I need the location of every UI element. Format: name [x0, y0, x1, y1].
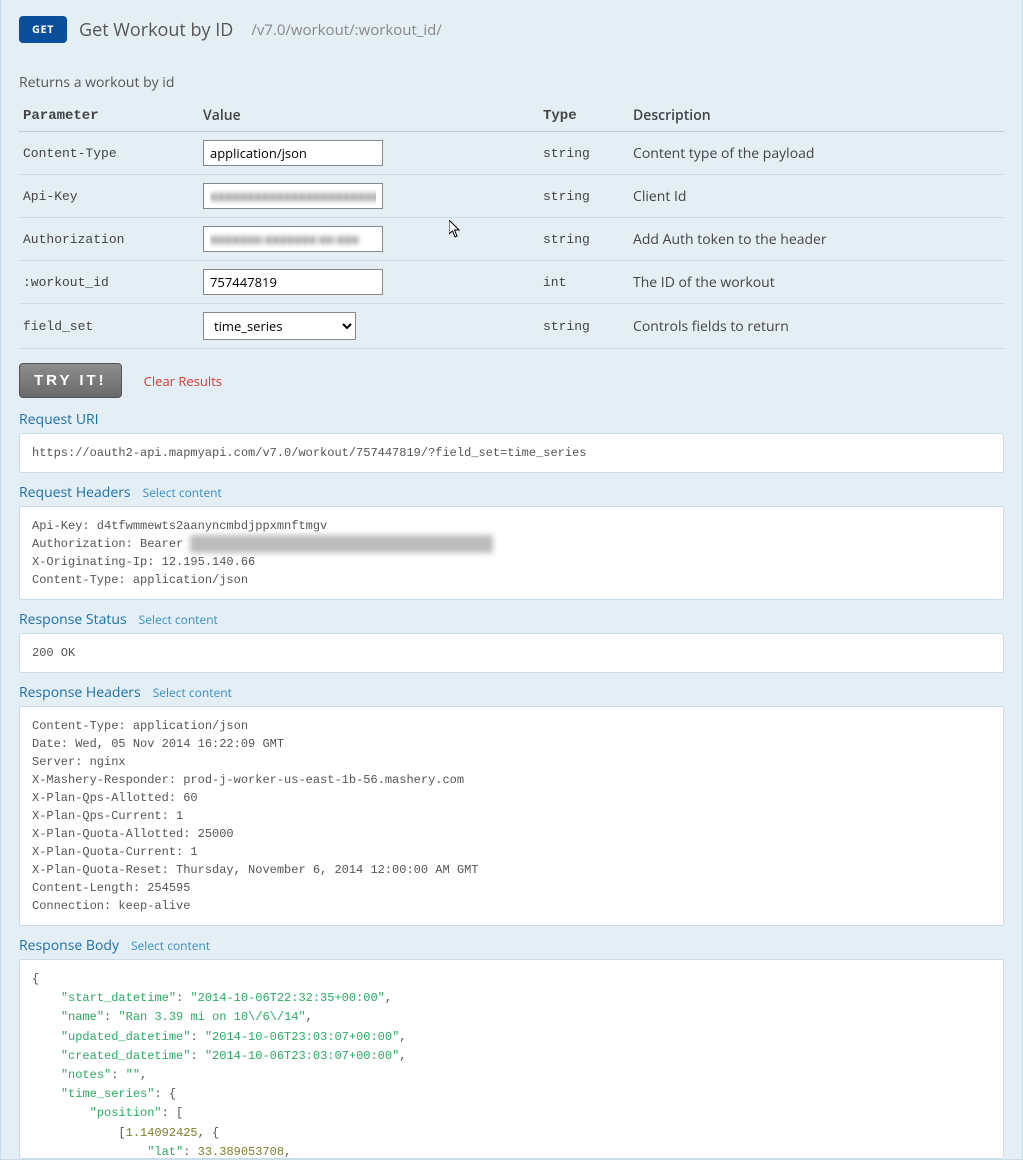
param-type: int — [539, 261, 629, 304]
endpoint-title: Get Workout by ID — [79, 18, 233, 42]
response-body-label: Response Body — [19, 936, 119, 955]
response-status-label: Response Status — [19, 610, 127, 629]
param-input[interactable] — [203, 183, 383, 209]
actions-row: TRY IT! Clear Results — [19, 363, 1004, 398]
param-value-cell — [199, 132, 539, 175]
select-response-status[interactable]: Select content — [139, 611, 218, 628]
param-value-cell — [199, 175, 539, 218]
param-type: string — [539, 304, 629, 349]
table-row: field_settime_series stringControls field… — [19, 304, 1004, 349]
table-row: :workout_id intThe ID of the workout — [19, 261, 1004, 304]
select-response-headers[interactable]: Select content — [153, 684, 232, 701]
param-header: Parameter — [19, 100, 199, 132]
select-response-body[interactable]: Select content — [131, 937, 210, 954]
param-type: string — [539, 175, 629, 218]
request-headers-label: Request Headers — [19, 483, 131, 502]
param-description: Client Id — [629, 175, 1004, 218]
endpoint-description: Returns a workout by id — [19, 73, 1004, 92]
request-headers-box: Api-Key: d4tfwmmewts2aanyncmbdjppxmnftmg… — [19, 506, 1004, 600]
param-description: Add Auth token to the header — [629, 218, 1004, 261]
param-type: string — [539, 132, 629, 175]
request-uri-box: https://oauth2-api.mapmyapi.com/v7.0/wor… — [19, 433, 1004, 473]
param-name: Authorization — [19, 218, 199, 261]
param-input[interactable] — [203, 269, 383, 295]
param-description: The ID of the workout — [629, 261, 1004, 304]
param-value-cell: time_series — [199, 304, 539, 349]
api-explorer-panel: GET Get Workout by ID /v7.0/workout/:wor… — [0, 0, 1023, 1160]
description-header: Description — [629, 100, 1004, 132]
param-name: field_set — [19, 304, 199, 349]
select-request-headers[interactable]: Select content — [143, 484, 222, 501]
try-it-button[interactable]: TRY IT! — [19, 363, 122, 398]
clear-results-link[interactable]: Clear Results — [144, 372, 222, 390]
param-name: Api-Key — [19, 175, 199, 218]
param-description: Controls fields to return — [629, 304, 1004, 349]
param-description: Content type of the payload — [629, 132, 1004, 175]
response-headers-label: Response Headers — [19, 683, 141, 702]
param-value-cell — [199, 218, 539, 261]
response-status-box: 200 OK — [19, 633, 1004, 673]
request-uri-label: Request URI — [19, 410, 99, 429]
table-row: Api-Key stringClient Id — [19, 175, 1004, 218]
parameters-table: Parameter Value Type Description Content… — [19, 100, 1004, 349]
endpoint-header: GET Get Workout by ID /v7.0/workout/:wor… — [19, 16, 1004, 43]
endpoint-path: /v7.0/workout/:workout_id/ — [251, 20, 442, 40]
table-row: Content-Type stringContent type of the pa… — [19, 132, 1004, 175]
table-row: Authorization stringAdd Auth token to the… — [19, 218, 1004, 261]
param-select[interactable]: time_series — [203, 312, 356, 340]
param-input[interactable] — [203, 226, 383, 252]
http-method-badge: GET — [19, 16, 67, 43]
param-name: Content-Type — [19, 132, 199, 175]
response-body-box[interactable]: { "start_datetime": "2014-10-06T22:32:35… — [19, 959, 1004, 1159]
param-name: :workout_id — [19, 261, 199, 304]
type-header: Type — [539, 100, 629, 132]
redacted-token: ████████████████████████████████████████… — [190, 535, 492, 553]
param-value-cell — [199, 261, 539, 304]
value-header: Value — [199, 100, 539, 132]
response-headers-box: Content-Type: application/json Date: Wed… — [19, 706, 1004, 926]
param-input[interactable] — [203, 140, 383, 166]
param-type: string — [539, 218, 629, 261]
